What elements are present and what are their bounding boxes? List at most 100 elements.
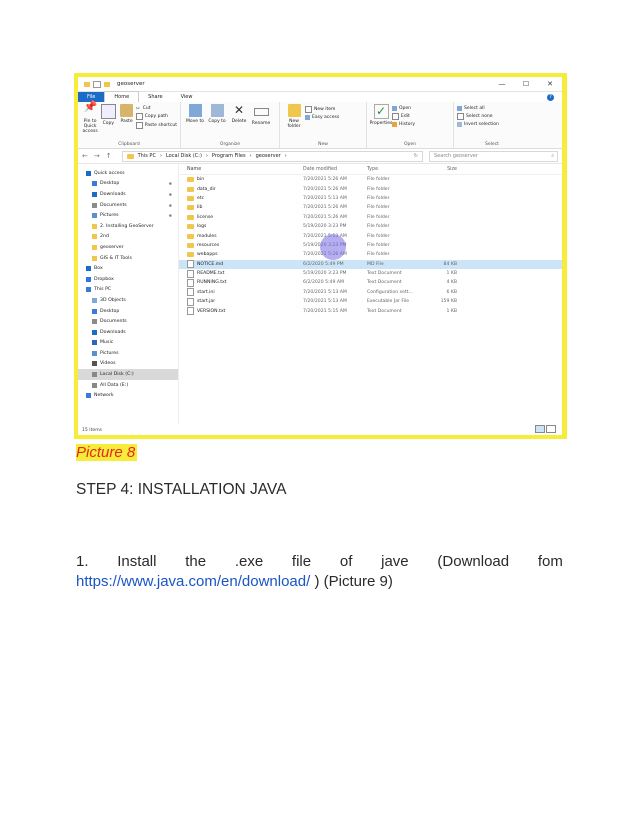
column-headers: Name Date modified Type Size bbox=[179, 164, 562, 175]
search-placeholder: Search geoserver bbox=[434, 153, 478, 159]
tab-view[interactable]: View bbox=[172, 92, 202, 102]
nav-item[interactable]: Downloads bbox=[78, 327, 178, 338]
column-type[interactable]: Type bbox=[367, 167, 423, 172]
breadcrumb-program-files[interactable]: Program Files bbox=[212, 153, 246, 159]
table-row[interactable]: RUNNING.txt 6/2/2020 5:49 AM Text Document… bbox=[179, 278, 562, 287]
file-name: VERSION.txt bbox=[197, 308, 226, 314]
nav-item[interactable]: Local Disk (C:) bbox=[78, 369, 178, 380]
nav-item[interactable]: GIS & IT Tools bbox=[78, 253, 178, 264]
table-row[interactable]: start.ini 7/20/2021 5:13 AM Configuration … bbox=[179, 288, 562, 297]
copy-path-button[interactable]: Copy path bbox=[135, 113, 177, 120]
nav-item[interactable]: Dropbox bbox=[78, 274, 178, 285]
up-arrow-icon[interactable]: ↑ bbox=[106, 152, 112, 160]
table-row[interactable]: start.jar 7/20/2021 5:13 AM Executable Jar… bbox=[179, 297, 562, 306]
table-row[interactable]: data_dir 7/20/2021 5:26 AM File folder bbox=[179, 184, 562, 193]
nav-item-icon bbox=[92, 372, 97, 378]
paragraph-word: fom bbox=[537, 553, 563, 570]
file-date: 6/2/2020 5:49 AM bbox=[303, 280, 344, 286]
table-row[interactable]: README.txt 5/19/2020 3:23 PM Text Document… bbox=[179, 269, 562, 278]
easy-access-button[interactable]: Easy access bbox=[305, 115, 339, 120]
paragraph-word: Install bbox=[117, 553, 157, 570]
maximize-button[interactable]: ☐ bbox=[514, 80, 538, 88]
nav-item-label: 2. Installing GeoServer bbox=[100, 223, 154, 229]
nav-item[interactable]: Desktop ✱ bbox=[78, 179, 178, 190]
history-button[interactable]: History bbox=[392, 122, 415, 127]
column-size[interactable]: Size bbox=[423, 167, 457, 172]
cut-button[interactable]: ✂ Cut bbox=[136, 106, 177, 112]
nav-item[interactable]: Network bbox=[78, 390, 178, 401]
tab-share[interactable]: Share bbox=[139, 92, 171, 102]
tab-home[interactable]: Home bbox=[104, 91, 140, 102]
breadcrumb-this-pc[interactable]: This PC bbox=[138, 153, 156, 159]
file-name-cell: NOTICE.md bbox=[179, 260, 303, 269]
address-bar[interactable]: This PC › Local Disk (C:) › Program Files ›… bbox=[121, 150, 423, 162]
table-row[interactable]: modules7/20/2021 5:13 AMFile folder bbox=[179, 231, 562, 240]
select-all-button[interactable]: Select all bbox=[457, 106, 499, 111]
table-row[interactable]: bin 7/20/2021 5:26 AM File folder bbox=[179, 175, 562, 184]
new-item-button[interactable]: New item bbox=[305, 106, 339, 113]
large-icons-view-icon[interactable] bbox=[546, 425, 556, 433]
nav-item-label: Downloads bbox=[100, 329, 126, 335]
history-label: History bbox=[399, 122, 416, 127]
nav-item[interactable]: geoserver bbox=[78, 242, 178, 253]
table-row[interactable]: lib 7/20/2021 5:26 AM File folder bbox=[179, 203, 562, 212]
nav-item[interactable]: Downloads ✱ bbox=[78, 189, 178, 200]
folder-icon bbox=[187, 205, 194, 211]
nav-item[interactable]: 2nd bbox=[78, 232, 178, 243]
file-name: data_dir bbox=[197, 186, 216, 192]
properties-icon[interactable] bbox=[93, 80, 101, 88]
table-row[interactable]: resources5/19/2020 3:23 PMFile folder bbox=[179, 241, 562, 250]
nav-item[interactable]: Box bbox=[78, 263, 178, 274]
edit-button[interactable]: Edit bbox=[392, 113, 415, 120]
column-date[interactable]: Date modified bbox=[303, 167, 367, 172]
java-download-link[interactable]: https://www.java.com/en/download/ bbox=[76, 573, 310, 590]
table-row[interactable]: logs 5/19/2020 3:23 PM File folder bbox=[179, 222, 562, 231]
mouse-cursor-highlight bbox=[320, 234, 346, 260]
paragraph-first-line: 1. Install the .exe file of jave (Download fom bbox=[76, 552, 563, 572]
search-input[interactable]: Search geoserver ⌕ bbox=[429, 150, 558, 162]
paste-shortcut-button[interactable]: Paste shortcut bbox=[135, 122, 177, 129]
nav-item[interactable]: Desktop bbox=[78, 306, 178, 317]
breadcrumb-local-disk[interactable]: Local Disk (C:) bbox=[166, 153, 202, 159]
nav-item[interactable]: Documents bbox=[78, 316, 178, 327]
new-folder-icon[interactable] bbox=[104, 81, 110, 87]
nav-item-label: Network bbox=[94, 393, 114, 399]
nav-item[interactable]: Music bbox=[78, 338, 178, 349]
nav-item[interactable]: All Data (E:) bbox=[78, 380, 178, 391]
nav-item[interactable]: 2. Installing GeoServer bbox=[78, 221, 178, 232]
nav-item[interactable]: Documents ✱ bbox=[78, 200, 178, 211]
details-view-icon[interactable] bbox=[535, 425, 545, 433]
breadcrumb-geoserver[interactable]: geoserver bbox=[256, 153, 281, 159]
column-name[interactable]: Name bbox=[179, 167, 303, 172]
forward-arrow-icon[interactable]: → bbox=[94, 152, 100, 160]
nav-item[interactable]: Pictures bbox=[78, 348, 178, 359]
table-row[interactable]: VERSION.txt 7/20/2021 5:15 AM Text Documen… bbox=[179, 306, 562, 316]
table-row[interactable]: NOTICE.md 6/2/2020 5:49 PM MD File 84 KB bbox=[179, 259, 562, 269]
file-type: File folder bbox=[367, 205, 390, 211]
view-buttons bbox=[535, 425, 556, 433]
back-arrow-icon[interactable]: ← bbox=[82, 152, 88, 160]
nav-item[interactable]: Quick access bbox=[78, 168, 178, 179]
table-row[interactable]: webapps7/20/2021 5:26 AMFile folder bbox=[179, 250, 562, 259]
file-date: 7/20/2021 5:13 AM bbox=[303, 289, 347, 295]
nav-item[interactable]: Pictures ✱ bbox=[78, 210, 178, 221]
file-name-cell: lib bbox=[179, 205, 303, 211]
nav-item[interactable]: 3D Objects bbox=[78, 295, 178, 306]
minimize-button[interactable]: — bbox=[490, 80, 514, 88]
close-button[interactable]: ✕ bbox=[538, 80, 562, 88]
open-button[interactable]: Open bbox=[392, 106, 415, 111]
refresh-icon[interactable]: ↻ bbox=[414, 153, 418, 159]
file-size: 6 KB bbox=[446, 289, 457, 295]
folder-icon bbox=[84, 81, 90, 87]
file-type: Text Document bbox=[367, 308, 402, 314]
table-row[interactable]: license 7/20/2021 5:26 AM File folder bbox=[179, 213, 562, 222]
select-none-button[interactable]: Select none bbox=[457, 113, 499, 120]
nav-item-icon bbox=[92, 202, 97, 208]
nav-item[interactable]: Videos bbox=[78, 359, 178, 370]
nav-item[interactable]: This PC bbox=[78, 285, 178, 296]
help-button[interactable]: ? bbox=[547, 93, 554, 101]
paragraph-word: file bbox=[291, 553, 312, 570]
invert-selection-button[interactable]: Invert selection bbox=[457, 122, 499, 127]
figure-caption: Picture 8 bbox=[76, 444, 138, 461]
table-row[interactable]: etc 7/20/2021 5:13 AM File folder bbox=[179, 194, 562, 203]
